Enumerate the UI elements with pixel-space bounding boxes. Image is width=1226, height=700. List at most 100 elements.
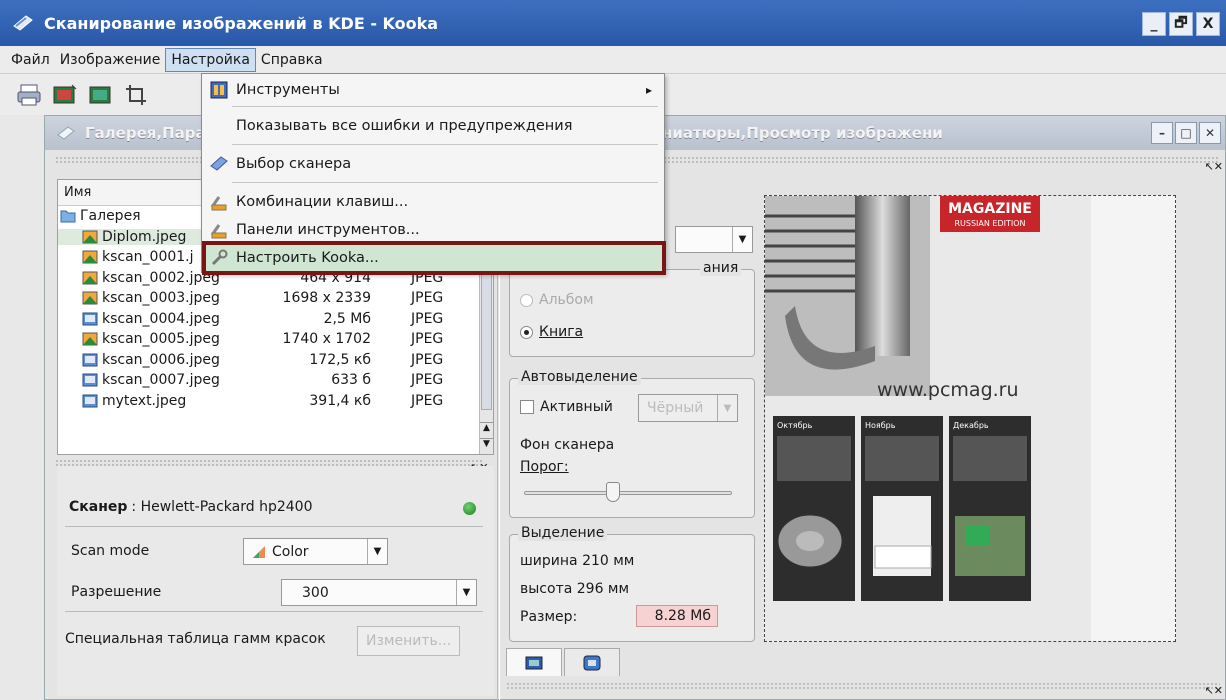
image-icon <box>82 250 98 264</box>
crop-icon[interactable] <box>122 80 152 110</box>
menubar: Файл Изображение Настройка Справка <box>0 46 1226 73</box>
file-name: kscan_0004.jpeg <box>102 310 220 327</box>
file-dimensions: 391,4 кб <box>309 392 371 409</box>
file-row[interactable]: mytext.jpeg 391,4 кб JPEG <box>58 391 493 412</box>
radio-album[interactable]: Альбом <box>520 292 594 308</box>
background-color-combo[interactable]: Чёрный ▼ <box>638 394 738 422</box>
menu-file[interactable]: Файл <box>6 49 55 71</box>
selection-title: Выделение <box>518 525 608 541</box>
scan-preview[interactable]: MAGAZINE RUSSIAN EDITION www.pcmag.ru Ок… <box>764 195 1176 642</box>
minimize-button[interactable]: _ <box>1142 12 1166 36</box>
file-dimensions: 2,5 Мб <box>323 310 371 327</box>
scan-preview-icon[interactable] <box>50 80 80 110</box>
magazine-cover-image: MAGAZINE RUSSIAN EDITION www.pcmag.ru Ок… <box>765 196 1091 641</box>
file-dimensions: 172,5 кб <box>309 351 371 368</box>
scanner-name: : Hewlett-Packard hp2400 <box>131 499 313 515</box>
file-type: JPEG <box>411 372 444 389</box>
file-dimensions: 1740 x 1702 <box>282 331 371 348</box>
menu-tools[interactable]: Инструменты ▸ <box>202 76 664 104</box>
tab-thumbnails[interactable] <box>564 648 620 676</box>
keyboard-icon <box>210 196 227 211</box>
file-type: JPEG <box>411 290 444 307</box>
inner-close-button[interactable]: ✕ <box>1199 122 1221 144</box>
chevron-down-icon: ▼ <box>717 395 737 421</box>
threshold-slider-handle[interactable] <box>606 482 620 502</box>
active-checkbox[interactable]: Активный <box>520 399 613 415</box>
menu-select-scanner[interactable]: Выбор сканера <box>202 150 664 178</box>
color-mode-icon <box>253 545 265 558</box>
bottom-dock-handle[interactable] <box>506 682 1220 690</box>
configure-icon <box>211 249 228 266</box>
inner-minimize-button[interactable]: – <box>1151 122 1173 144</box>
close-button[interactable]: X <box>1196 12 1220 36</box>
menu-configure-kooka[interactable]: Настроить Kooka... <box>202 244 664 272</box>
file-name: kscan_0001.j <box>102 249 194 266</box>
file-row[interactable]: kscan_0006.jpeg 172,5 кб JPEG <box>58 350 493 371</box>
magazine-title: MAGAZINE <box>948 201 1032 217</box>
magazine-site: www.pcmag.ru <box>877 379 1019 401</box>
file-row[interactable]: kscan_0003.jpeg 1698 x 2339 JPEG <box>58 288 493 309</box>
menu-show-all-errors[interactable]: Показывать все ошибки и предупреждения <box>202 112 664 140</box>
bottom-dock-close-icon[interactable]: ↖✕ <box>1205 684 1223 697</box>
threshold-slider[interactable] <box>524 491 732 495</box>
threshold-label: Порог: <box>520 459 569 475</box>
size-label: Размер: <box>520 609 578 625</box>
menu-settings[interactable]: Настройка <box>165 47 256 72</box>
file-name: kscan_0006.jpeg <box>102 351 220 368</box>
image-icon <box>82 230 98 244</box>
viewer-tabs <box>506 648 620 676</box>
restore-button[interactable]: 🗗 <box>1169 12 1193 36</box>
scanner-label: Сканер <box>69 499 128 515</box>
scan-mode-label: Scan mode <box>71 543 150 559</box>
tab-preview[interactable] <box>506 648 562 676</box>
magazine-subtitle: RUSSIAN EDITION <box>954 219 1025 228</box>
preview-tab-icon <box>525 656 543 669</box>
folder-icon <box>60 210 76 223</box>
file-name: Diplom.jpeg <box>102 228 187 245</box>
file-row[interactable]: kscan_0004.jpeg 2,5 Мб JPEG <box>58 309 493 330</box>
menu-keyboard-shortcuts[interactable]: Комбинации клавиш... <box>202 188 664 216</box>
file-name: mytext.jpeg <box>102 392 187 409</box>
scroll-up-icon[interactable]: ▲ <box>480 422 493 436</box>
menu-toolbars[interactable]: Панели инструментов... <box>202 216 664 244</box>
selection-width: ширина 210 мм <box>520 553 635 569</box>
thumbnails-tab-icon <box>583 655 601 670</box>
inner-maximize-button[interactable]: □ <box>1175 122 1197 144</box>
menu-help[interactable]: Справка <box>256 49 328 71</box>
file-icon <box>82 394 98 408</box>
mode-groupbox: ания Альбом Книга <box>509 260 755 357</box>
menu-image[interactable]: Изображение <box>55 49 166 71</box>
chevron-down-icon: ▼ <box>456 580 476 605</box>
submenu-arrow-icon: ▸ <box>645 83 652 97</box>
autoselect-title: Автовыделение <box>518 369 641 385</box>
month-3: Декабрь <box>953 421 989 430</box>
file-type: JPEG <box>411 351 444 368</box>
gamma-edit-button[interactable]: Изменить... <box>357 626 461 656</box>
scan-final-icon[interactable] <box>86 80 116 110</box>
scanner-status-led <box>463 502 476 515</box>
scan-mode-combo[interactable]: Color ▼ <box>243 538 388 565</box>
settings-dropdown: Инструменты ▸ Показывать все ошибки и пр… <box>201 73 665 273</box>
dock-close-icon[interactable]: ↖✕ <box>1205 160 1223 173</box>
scroll-down-icon[interactable]: ▼ <box>480 438 493 452</box>
file-row[interactable]: kscan_0007.jpeg 633 б JPEG <box>58 370 493 391</box>
scanner-panel: Сканер : Hewlett-Packard hp2400 Scan mod… <box>57 466 494 696</box>
radio-book[interactable]: Книга <box>520 324 583 340</box>
image-icon <box>82 291 98 305</box>
kooka-small-icon <box>57 126 75 140</box>
print-icon[interactable] <box>14 80 44 110</box>
autoselect-groupbox: Автовыделение Активный Чёрный ▼ Фон скан… <box>509 369 755 518</box>
gamma-label: Специальная таблица гамм красок <box>65 631 326 647</box>
gallery-root-label: Галерея <box>80 208 141 225</box>
resolution-label: Разрешение <box>71 584 162 600</box>
resolution-combo[interactable]: 300 ▼ <box>281 579 477 606</box>
file-row[interactable]: kscan_0005.jpeg 1740 x 1702 JPEG <box>58 329 493 350</box>
month-1: Октябрь <box>777 421 813 430</box>
file-dimensions: 1698 x 2339 <box>282 290 371 307</box>
file-name: kscan_0007.jpeg <box>102 372 220 389</box>
tools-icon <box>210 81 228 99</box>
scanner-source-combo[interactable]: ▼ <box>675 226 753 253</box>
file-icon <box>82 312 98 326</box>
window-title: Сканирование изображений в KDE - Kooka <box>44 13 439 33</box>
size-value-field: 8.28 Мб <box>636 605 718 627</box>
